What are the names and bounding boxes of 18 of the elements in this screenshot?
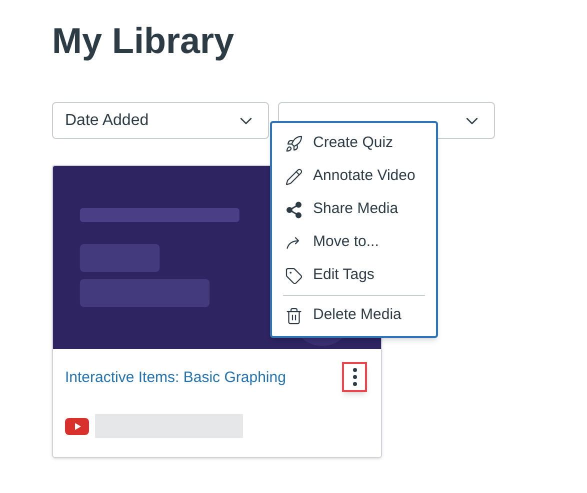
more-options-button[interactable] [342, 362, 367, 392]
media-title-link[interactable]: Interactive Items: Basic Graphing [65, 367, 286, 390]
menu-item[interactable]: Share Media [272, 193, 436, 226]
page-title: My Library [52, 20, 236, 62]
trash-icon [285, 306, 303, 324]
kebab-icon [352, 368, 356, 386]
video-icon [65, 418, 89, 434]
filter-value: Date Added [65, 110, 149, 130]
menu-item[interactable]: Edit Tags [272, 259, 436, 292]
share-icon [285, 200, 303, 218]
menu-item[interactable]: Create Quiz [272, 127, 436, 160]
rocket-icon [285, 134, 303, 152]
menu-item[interactable]: Move to... [272, 226, 436, 259]
tag-icon [285, 266, 303, 284]
menu-item[interactable]: Annotate Video [272, 160, 436, 193]
menu-item[interactable]: Delete Media [272, 299, 436, 332]
pencil-icon [285, 168, 303, 186]
filter-select[interactable]: Date Added [52, 102, 269, 139]
